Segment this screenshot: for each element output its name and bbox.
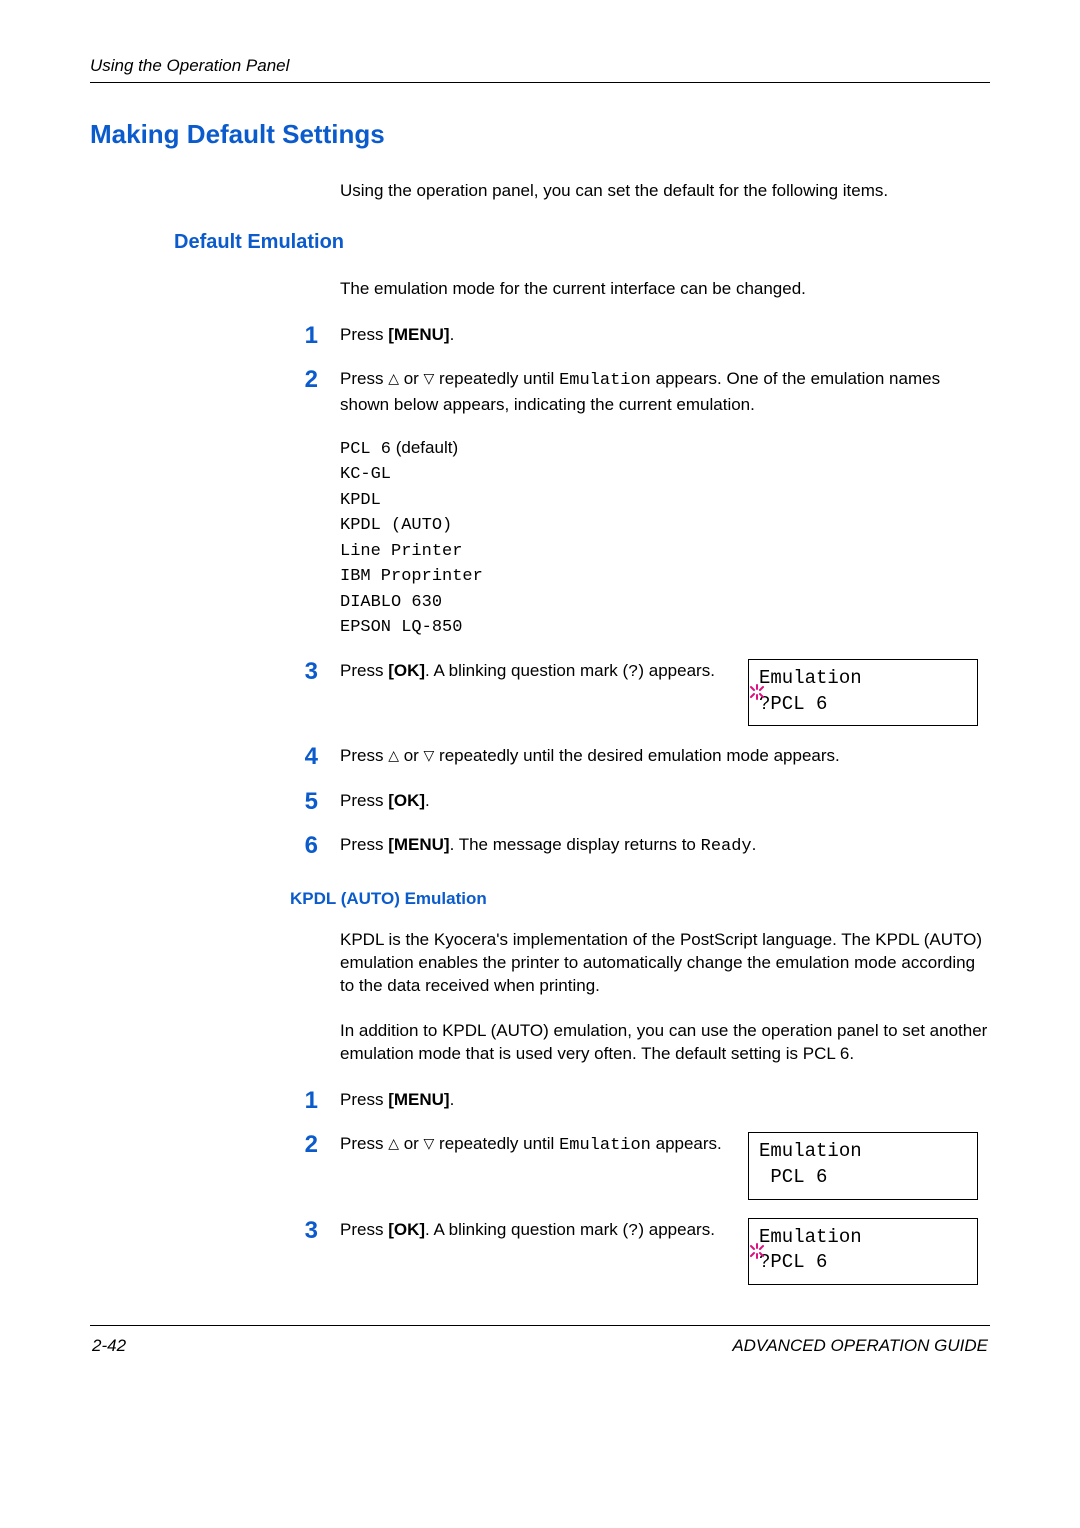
section-de-desc: The emulation mode for the current inter… (340, 278, 990, 301)
lcd-line2: ?PCL 6 (759, 692, 967, 718)
step-de-4: 4 Press △ or ▽ repeatedly until the desi… (90, 744, 990, 770)
up-triangle-icon: △ (388, 369, 399, 389)
text: Press (340, 369, 388, 388)
step-number: 1 (290, 1088, 340, 1114)
question-mark-mono: ? (628, 663, 638, 682)
lcd-display: Emulation ?PCL 6 (748, 659, 978, 726)
text: repeatedly until (434, 369, 559, 388)
menu-button-label: [MENU] (388, 1090, 449, 1109)
lcd-line2: PCL 6 (759, 1165, 967, 1191)
step-de-2: 2 Press △ or ▽ repeatedly until Emulatio… (90, 367, 990, 641)
text: or (399, 1134, 424, 1153)
text: appears. (651, 1134, 722, 1153)
header-rule (90, 82, 990, 83)
step-number: 5 (290, 789, 340, 815)
text: ) appears. (638, 661, 715, 680)
emulation-mono: Emulation (559, 1136, 651, 1155)
text: Press (340, 325, 388, 344)
lcd-line1: Emulation (759, 1139, 967, 1165)
text: . (425, 791, 430, 810)
up-triangle-icon: △ (388, 1134, 399, 1154)
text: . (752, 835, 757, 854)
lcd-display: Emulation ?PCL 6 (748, 1218, 978, 1285)
step-kpdl-2: 2 Press △ or ▽ repeatedly until Emulatio… (90, 1132, 990, 1199)
step-number: 1 (290, 323, 340, 349)
step-de-3: 3 Press [OK]. A blinking question mark (… (90, 659, 990, 726)
ready-mono: Ready (701, 837, 752, 856)
down-triangle-icon: ▽ (424, 1134, 435, 1154)
step-number: 3 (290, 659, 340, 685)
guide-name: ADVANCED OPERATION GUIDE (732, 1336, 988, 1356)
text: Press (340, 661, 388, 680)
text: or (399, 746, 424, 765)
emulation-mono: Emulation (559, 371, 651, 390)
page-title: Making Default Settings (90, 119, 990, 150)
menu-button-label: [MENU] (388, 835, 449, 854)
text: or (399, 369, 424, 388)
ok-button-label: [OK] (388, 1220, 425, 1239)
text: Press (340, 1134, 388, 1153)
step-de-1: 1 Press [MENU]. (90, 323, 990, 349)
ok-button-label: [OK] (388, 661, 425, 680)
running-header: Using the Operation Panel (90, 56, 990, 76)
step-number: 2 (290, 367, 340, 393)
text: . A blinking question mark ( (425, 661, 628, 680)
step-kpdl-3: 3 Press [OK]. A blinking question mark (… (90, 1218, 990, 1285)
footer-rule (90, 1325, 990, 1326)
emulation-list: PCL 6 (default) KC-GL KPDL KPDL (AUTO) L… (340, 435, 990, 641)
text: Press (340, 791, 388, 810)
lcd-line1: Emulation (759, 1225, 967, 1251)
question-mark-mono: ? (628, 1222, 638, 1241)
text: . (450, 1090, 455, 1109)
step-de-6: 6 Press [MENU]. The message display retu… (90, 833, 990, 859)
text: . The message display returns to (450, 835, 701, 854)
step-number: 3 (290, 1218, 340, 1244)
section-default-emulation-title: Default Emulation (174, 231, 990, 254)
step-number: 2 (290, 1132, 340, 1158)
text: repeatedly until the desired emulation m… (434, 746, 839, 765)
lcd-line1: Emulation (759, 666, 967, 692)
lcd-display: Emulation PCL 6 (748, 1132, 978, 1199)
text: repeatedly until (434, 1134, 559, 1153)
text: . (450, 325, 455, 344)
down-triangle-icon: ▽ (424, 369, 435, 389)
ok-button-label: [OK] (388, 791, 425, 810)
step-number: 6 (290, 833, 340, 859)
text: Press (340, 1220, 388, 1239)
page-number: 2-42 (92, 1336, 126, 1356)
text: Press (340, 1090, 388, 1109)
text: . A blinking question mark ( (425, 1220, 628, 1239)
text: Press (340, 746, 388, 765)
menu-button-label: [MENU] (388, 325, 449, 344)
step-number: 4 (290, 744, 340, 770)
text: ) appears. (638, 1220, 715, 1239)
step-kpdl-1: 1 Press [MENU]. (90, 1088, 990, 1114)
subsection-kpdl-title: KPDL (AUTO) Emulation (290, 889, 990, 909)
text: Press (340, 835, 388, 854)
step-de-5: 5 Press [OK]. (90, 789, 990, 815)
kpdl-p2: In addition to KPDL (AUTO) emulation, yo… (340, 1020, 990, 1066)
lcd-line2: ?PCL 6 (759, 1250, 967, 1276)
down-triangle-icon: ▽ (424, 746, 435, 766)
intro-text: Using the operation panel, you can set t… (340, 180, 990, 203)
kpdl-p1: KPDL is the Kyocera's implementation of … (340, 929, 990, 998)
up-triangle-icon: △ (388, 746, 399, 766)
